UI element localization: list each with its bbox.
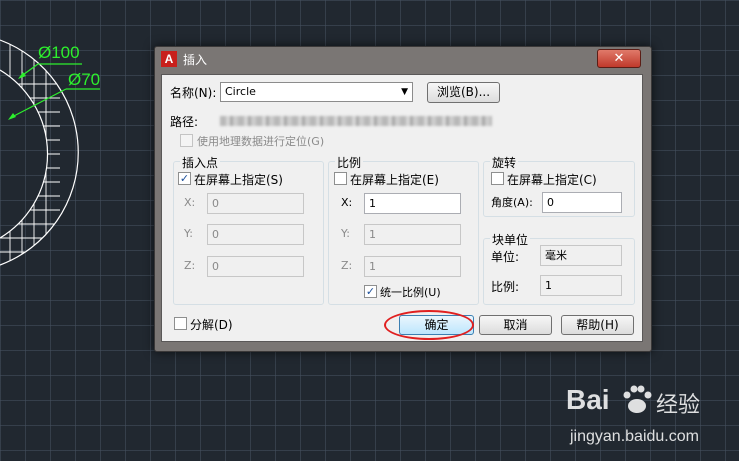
hatch-grid [0, 40, 60, 265]
watermark-suffix: 经验 [656, 393, 701, 418]
insertion-x-input[interactable]: 0 [207, 193, 304, 214]
dimension-label-100: Ø100 [38, 43, 80, 62]
unit-factor-value: 1 [540, 275, 622, 296]
block-name-value: Circle [225, 85, 256, 98]
browse-button[interactable]: 浏览(B)... [427, 82, 500, 103]
path-label: 路径: [170, 115, 199, 129]
rotation-onscreen-checkbox[interactable] [491, 172, 504, 185]
scale-z-label: Z: [341, 259, 353, 272]
dimension-arrows [8, 72, 26, 120]
rotation-onscreen-label: 在屏幕上指定(C) [507, 173, 597, 187]
dimension-label-70: Ø70 [68, 70, 101, 89]
angle-input[interactable]: 0 [542, 192, 622, 213]
uniform-scale-checkbox[interactable]: ✓ [364, 285, 377, 298]
dialog-client-area: 名称(N): Circle ▼ 浏览(B)... 路径: 使用地理数据进行定位(… [161, 74, 643, 342]
path-value-blurred [220, 116, 492, 126]
scale-onscreen-label: 在屏幕上指定(E) [350, 173, 439, 187]
unit-label: 单位: [491, 250, 520, 264]
block-name-combobox[interactable]: Circle ▼ [220, 82, 413, 102]
insertion-x-label: X: [184, 196, 196, 209]
autocad-logo-icon: A [161, 51, 177, 67]
baidu-watermark: Bai 经验 jingyan.baidu.com [566, 378, 736, 458]
angle-label: 角度(A): [491, 196, 533, 209]
scale-x-label: X: [341, 196, 353, 209]
insertion-z-input[interactable]: 0 [207, 256, 304, 277]
unit-value: 毫米 [540, 245, 622, 266]
close-button[interactable]: ✕ [597, 49, 641, 68]
explode-checkbox[interactable] [174, 317, 187, 330]
help-button[interactable]: 帮助(H) [561, 315, 634, 335]
geo-label: 使用地理数据进行定位(G) [197, 135, 325, 148]
circle-outline [0, 39, 79, 266]
insertion-y-label: Y: [184, 227, 193, 240]
insertion-onscreen-checkbox[interactable]: ✓ [178, 172, 191, 185]
watermark-brand: Bai [566, 384, 610, 415]
explode-label: 分解(D) [190, 318, 233, 332]
cancel-button[interactable]: 取消 [479, 315, 552, 335]
insertion-z-label: Z: [184, 259, 196, 272]
dialog-title: 插入 [183, 53, 208, 67]
dialog-titlebar[interactable]: A 插入 ✕ [155, 47, 651, 71]
insertion-point-title: 插入点 [180, 154, 221, 171]
geo-checkbox[interactable] [180, 134, 193, 147]
uniform-scale-label: 统一比例(U) [380, 286, 441, 299]
insertion-y-input[interactable]: 0 [207, 224, 304, 245]
name-label: 名称(N): [170, 86, 217, 100]
scale-x-input[interactable]: 1 [364, 193, 461, 214]
scale-y-label: Y: [341, 227, 350, 240]
scale-title: 比例 [335, 154, 364, 171]
insert-dialog: A 插入 ✕ 名称(N): Circle ▼ 浏览(B)... 路径: 使用地理… [154, 46, 652, 352]
block-unit-title: 块单位 [490, 231, 531, 248]
watermark-url: jingyan.baidu.com [570, 428, 699, 445]
rotation-title: 旋转 [490, 154, 519, 171]
baidu-paw-icon [623, 385, 652, 413]
close-icon: ✕ [613, 51, 625, 66]
unit-factor-label: 比例: [491, 280, 520, 294]
chevron-down-icon[interactable]: ▼ [401, 83, 408, 101]
insertion-onscreen-label: 在屏幕上指定(S) [194, 173, 283, 187]
ok-highlight-ellipse [384, 310, 474, 340]
scale-onscreen-checkbox[interactable] [334, 172, 347, 185]
scale-z-input[interactable]: 1 [364, 256, 461, 277]
scale-y-input[interactable]: 1 [364, 224, 461, 245]
